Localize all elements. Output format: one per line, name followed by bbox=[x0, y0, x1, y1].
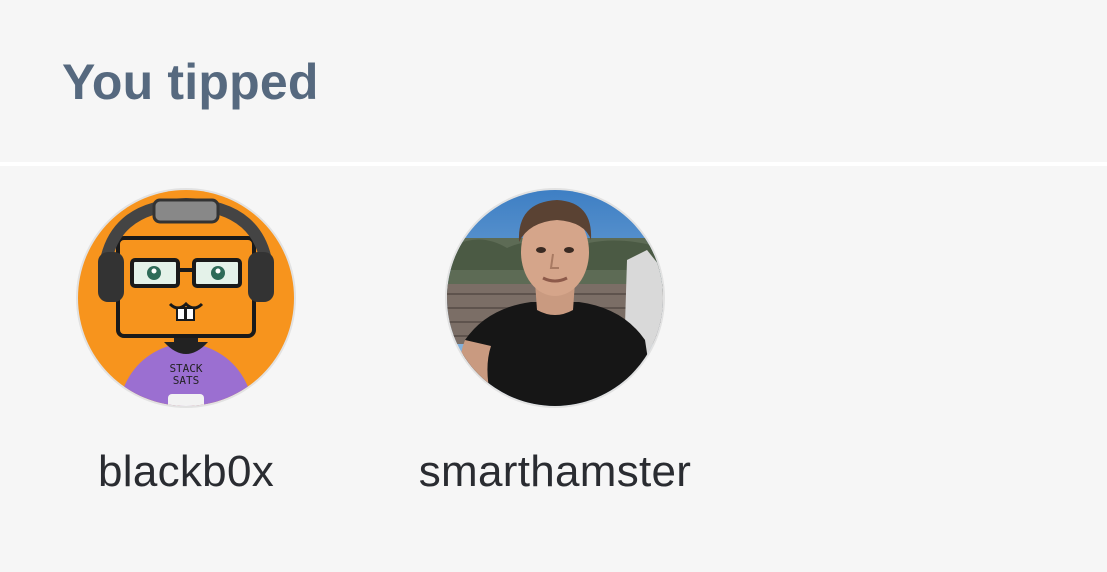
section-header: You tipped bbox=[0, 0, 1107, 162]
tipped-user-blackb0x[interactable]: STACK SATS blackb0x bbox=[77, 190, 295, 500]
photo-avatar-icon[interactable] bbox=[447, 190, 663, 406]
svg-text:SATS: SATS bbox=[173, 374, 200, 387]
username[interactable]: blackb0x bbox=[98, 444, 274, 500]
divider bbox=[0, 162, 1107, 166]
tipped-user-smarthamster[interactable]: smarthamster bbox=[405, 190, 705, 500]
username[interactable]: smarthamster bbox=[419, 444, 692, 500]
section-title: You tipped bbox=[62, 54, 319, 110]
robot-avatar-icon[interactable]: STACK SATS bbox=[78, 190, 294, 406]
